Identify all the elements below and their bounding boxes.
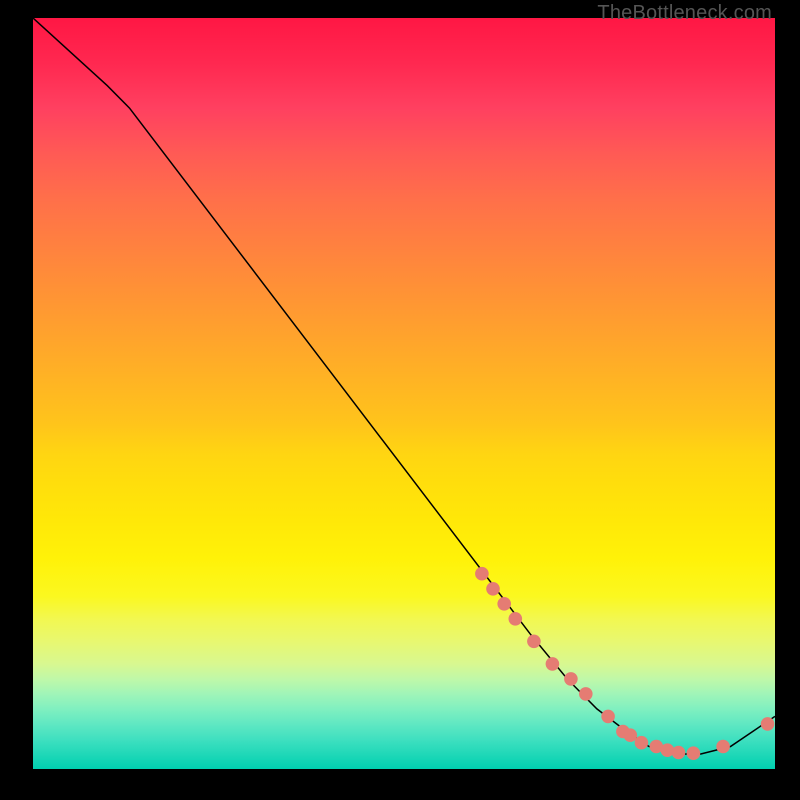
watermark-text: TheBottleneck.com	[597, 2, 772, 25]
data-marker	[564, 672, 578, 686]
data-marker	[716, 740, 730, 754]
data-marker	[635, 736, 649, 750]
data-marker	[527, 635, 541, 649]
data-marker	[579, 687, 593, 701]
data-marker	[509, 612, 523, 626]
data-marker	[687, 746, 701, 760]
chart-svg	[33, 18, 775, 769]
data-marker	[601, 710, 615, 724]
marker-group	[475, 567, 774, 760]
line-series	[33, 18, 775, 754]
data-marker	[546, 657, 560, 671]
data-marker	[497, 597, 511, 611]
data-marker	[672, 746, 686, 760]
data-marker	[475, 567, 489, 581]
data-marker	[486, 582, 500, 596]
data-marker	[624, 728, 638, 742]
data-marker	[761, 717, 775, 731]
